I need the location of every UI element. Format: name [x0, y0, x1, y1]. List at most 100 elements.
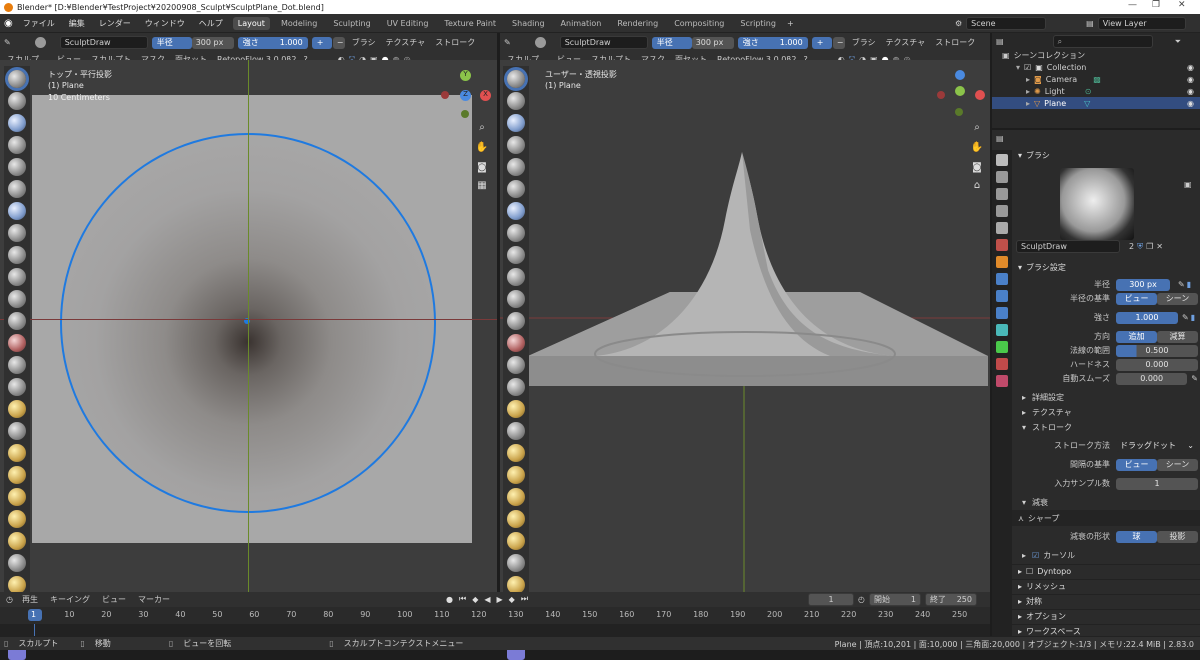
outliner-editor-icon[interactable]: ▤	[996, 37, 1004, 46]
input-samples-field[interactable]: 1	[1116, 477, 1198, 490]
checkbox-icon[interactable]: ☑	[1024, 63, 1031, 72]
ortho-grid-icon[interactable]: ▦	[475, 180, 489, 194]
radius-field[interactable]: 300 px	[191, 36, 234, 49]
radius-field[interactable]: 300 px	[1116, 278, 1170, 291]
zoom-icon[interactable]: ⌕	[970, 122, 984, 136]
prev-key-icon[interactable]: ◆	[472, 595, 478, 604]
brush-users-count[interactable]: 2	[1129, 242, 1134, 251]
stroke-subsection[interactable]: ▾ ストローク	[1022, 421, 1200, 434]
eye-icon[interactable]: ◉	[1187, 75, 1194, 84]
pose-brush-icon[interactable]	[507, 488, 525, 506]
checkbox-icon[interactable]: ☐	[1026, 567, 1033, 576]
smooth-brush-icon[interactable]	[8, 268, 26, 286]
hardness-slider[interactable]: 0.000	[1116, 358, 1198, 371]
crease-brush-icon[interactable]	[8, 246, 26, 264]
menu-file[interactable]: ファイル	[19, 18, 59, 29]
outliner-item-plane[interactable]: ▸ ▽ Plane ▽ ◉	[992, 97, 1200, 109]
blob-brush-icon[interactable]	[507, 224, 525, 242]
view-layer-icon[interactable]: ▤	[1086, 19, 1094, 28]
elastic-deform-icon[interactable]	[8, 422, 26, 440]
clay-strips-brush-icon[interactable]	[507, 136, 525, 154]
crease-brush-icon[interactable]	[507, 246, 525, 264]
eye-icon[interactable]: ◉	[1187, 63, 1194, 72]
right-3d-viewport[interactable]: ユーザー・透視投影 (1) Plane ⌕ ✋ ◙ ⌂	[500, 60, 990, 592]
modifier-tab-icon[interactable]	[996, 273, 1008, 285]
duplicate-icon[interactable]: ❐	[1146, 242, 1153, 251]
add-workspace-icon[interactable]: +	[787, 19, 794, 28]
brush-tool-icon[interactable]: ✎	[504, 38, 511, 47]
tab-shading[interactable]: Shading	[507, 17, 550, 30]
eye-icon[interactable]: ◉	[1187, 99, 1194, 108]
constraints-tab-icon[interactable]	[996, 324, 1008, 336]
radius-field[interactable]: 300 px	[691, 36, 734, 49]
tab-rendering[interactable]: Rendering	[612, 17, 663, 30]
zoom-icon[interactable]: ⌕	[475, 122, 489, 136]
world-tab-icon[interactable]	[996, 239, 1008, 251]
stroke-menu[interactable]: ストローク	[432, 37, 478, 48]
current-frame-field[interactable]: 1	[808, 593, 854, 606]
tab-compositing[interactable]: Compositing	[669, 17, 729, 30]
tab-uv-editing[interactable]: UV Editing	[382, 17, 434, 30]
flatten-brush-icon[interactable]	[8, 290, 26, 308]
draw-sharp-brush-icon[interactable]	[507, 92, 525, 110]
radius-unit-scene[interactable]: シーン	[1157, 292, 1198, 305]
timeline-menu-keying[interactable]: キーイング	[47, 594, 93, 605]
stroke-menu[interactable]: ストローク	[932, 37, 978, 48]
falloff-preset-row[interactable]: ⋏ シャープ	[1012, 510, 1200, 526]
pinch-brush-icon[interactable]	[8, 378, 26, 396]
clay-brush-icon[interactable]	[8, 114, 26, 132]
draw-sharp-brush-icon[interactable]	[8, 92, 26, 110]
thumb-brush-icon[interactable]	[507, 466, 525, 484]
layer-brush-icon[interactable]	[507, 180, 525, 198]
draw-brush-icon[interactable]	[8, 70, 26, 88]
fake-user-icon[interactable]: ⛨	[1137, 242, 1143, 252]
play-reverse-icon[interactable]: ◀	[484, 595, 490, 604]
camera-view-icon[interactable]: ◙	[475, 162, 489, 176]
slide-relax-icon[interactable]	[8, 554, 26, 572]
smooth-brush-icon[interactable]	[507, 268, 525, 286]
gizmo-x-axis[interactable]	[975, 90, 985, 100]
eye-icon[interactable]: ◉	[1187, 87, 1194, 96]
strength-field[interactable]: 1.000	[1116, 311, 1178, 324]
left-3d-viewport[interactable]: トップ・平行投影 (1) Plane 10 Centimeters Y X Z …	[0, 60, 497, 592]
gizmo-neg-x[interactable]	[441, 91, 449, 99]
direction-add-button[interactable]: +	[311, 36, 332, 49]
unlink-icon[interactable]: ✕	[1156, 242, 1163, 251]
brush-menu[interactable]: ブラシ	[349, 37, 379, 48]
rotate-brush-icon[interactable]	[8, 532, 26, 550]
outliner-item-camera[interactable]: ▸ ◙ Camera ▩ ◉	[992, 73, 1200, 85]
elastic-deform-icon[interactable]	[507, 422, 525, 440]
menu-edit[interactable]: 編集	[65, 18, 89, 29]
brush-preview-icon[interactable]	[534, 37, 546, 48]
direction-add-button[interactable]: +	[811, 36, 832, 49]
tab-texture-paint[interactable]: Texture Paint	[439, 17, 501, 30]
tab-animation[interactable]: Animation	[556, 17, 607, 30]
tool-tab-icon[interactable]	[996, 154, 1008, 166]
tab-scripting[interactable]: Scripting	[735, 17, 781, 30]
pressure-icon[interactable]: ✎	[1191, 374, 1198, 383]
scene-tab-icon[interactable]	[996, 222, 1008, 234]
pan-hand-icon[interactable]: ✋	[475, 142, 489, 156]
timeline-ruler[interactable]: 1 10 20 30 40 50 60 70 80 90 100 110 120 130 140 150 160…	[0, 607, 990, 624]
fill-brush-icon[interactable]	[8, 312, 26, 330]
texture-menu[interactable]: テクスチャ	[383, 37, 429, 48]
object-tab-icon[interactable]	[996, 256, 1008, 268]
material-tab-icon[interactable]	[996, 358, 1008, 370]
next-key-icon[interactable]: ◆	[509, 595, 515, 604]
pinch-brush-icon[interactable]	[507, 378, 525, 396]
direction-sub-button[interactable]: −	[832, 36, 845, 49]
blob-brush-icon[interactable]	[8, 224, 26, 242]
preview-range-icon[interactable]: ◴	[858, 595, 865, 604]
outliner-item-collection[interactable]: ▾ ☑ ▣ Collection ◉	[992, 61, 1200, 73]
view-layer-tab-icon[interactable]	[996, 205, 1008, 217]
end-frame-field[interactable]: 終了 250	[924, 593, 977, 606]
render-tab-icon[interactable]	[996, 171, 1008, 183]
autosmooth-slider[interactable]: 0.000	[1116, 372, 1188, 385]
start-frame-field[interactable]: 開始 1	[868, 593, 921, 606]
menu-window[interactable]: ウィンドウ	[141, 18, 189, 29]
layer-brush-icon[interactable]	[8, 180, 26, 198]
radius-size-icon[interactable]: ▮	[1187, 280, 1191, 289]
flatten-brush-icon[interactable]	[507, 290, 525, 308]
scrape-brush-icon[interactable]	[8, 334, 26, 352]
gizmo-neg-y[interactable]	[955, 108, 963, 116]
